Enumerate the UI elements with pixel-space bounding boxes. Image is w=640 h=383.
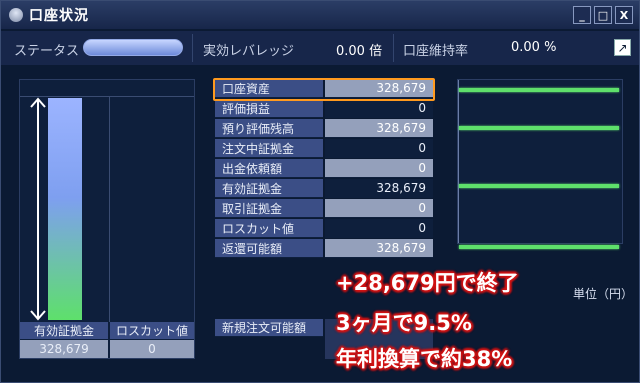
mini-bar — [459, 88, 619, 92]
margin-gauge-bar — [48, 98, 82, 320]
minimize-button[interactable]: _ — [573, 6, 591, 24]
status-label: ステータス — [14, 44, 80, 59]
table-row-value: 328,679 — [325, 179, 433, 198]
account-status-window: 口座状況 _ □ X ステータス 実効レバレッジ 0.00 倍 口座維持率 0.… — [0, 0, 640, 383]
mini-bar — [459, 184, 619, 188]
margin-rate-label: 口座維持率 — [403, 44, 469, 59]
table-row-value: 328,679 — [325, 239, 433, 258]
table-row-label: 返還可能額 — [215, 239, 323, 258]
overlay-text-1: +28,679円で終了 — [336, 271, 519, 295]
leverage-label: 実効レバレッジ — [203, 44, 295, 59]
window-title: 口座状況 — [29, 8, 89, 24]
mini-bar — [459, 245, 619, 249]
overlay-text-2: 3ヶ月で9.5% — [336, 311, 472, 335]
table-row-value: 328,679 — [325, 119, 433, 138]
app-icon — [9, 8, 23, 22]
table-row-label: 注文中証拠金 — [215, 139, 323, 158]
table-row-label: 有効証拠金 — [215, 179, 323, 198]
table-row-value: 0 — [325, 139, 433, 158]
maximize-button[interactable]: □ — [594, 6, 612, 24]
margin-rate-value: 0.00 % — [511, 40, 557, 55]
account-table: 口座資産 328,679 評価損益 0 預り評価残高 328,679 注文中証拠金 0 出金依頼… — [215, 79, 435, 259]
expand-icon[interactable]: ↗ — [614, 39, 631, 56]
table-row-label: 出金依頼額 — [215, 159, 323, 178]
table-row-value: 0 — [325, 99, 433, 118]
gauge-col2-label: ロスカット値 — [110, 322, 194, 339]
table-row-label: ロスカット値 — [215, 219, 323, 238]
overlay-text-3: 年利換算で約38% — [336, 347, 513, 371]
gauge-col1-label: 有効証拠金 — [20, 322, 108, 339]
unit-label: 単位（円） — [573, 287, 634, 301]
leverage-value: 0.00 倍 — [336, 44, 383, 59]
gauge-col1-value: 328,679 — [20, 340, 108, 358]
close-button[interactable]: X — [615, 6, 633, 24]
gauge-col2-value: 0 — [110, 340, 194, 358]
table-row-label: 取引証拠金 — [215, 199, 323, 218]
table-row-value: 0 — [325, 199, 433, 218]
table-row-value: 0 — [325, 219, 433, 238]
table-row-label: 預り評価残高 — [215, 119, 323, 138]
mini-chart-bars — [459, 79, 621, 249]
status-indicator — [83, 39, 183, 56]
status-bar: ステータス 実効レバレッジ 0.00 倍 口座維持率 0.00 % ↗ — [1, 31, 639, 65]
vertical-arrow-icon — [30, 97, 46, 321]
mini-bar — [459, 126, 619, 130]
table-row-label: 評価損益 — [215, 99, 323, 118]
table-row-value: 0 — [325, 159, 433, 178]
margin-gauge-panel: 有効証拠金 ロスカット値 328,679 0 — [19, 79, 195, 359]
highlight-box — [213, 78, 435, 101]
new-order-label: 新規注文可能額 — [215, 319, 323, 337]
title-bar[interactable]: 口座状況 _ □ X — [1, 1, 639, 29]
